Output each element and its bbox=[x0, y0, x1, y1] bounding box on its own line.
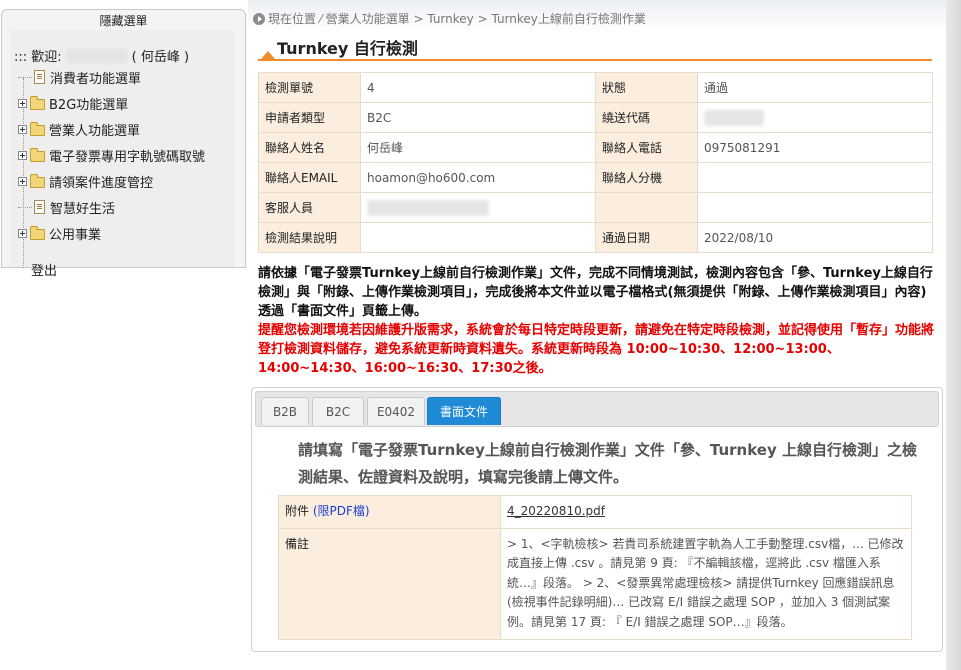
sidebar-item-b2g[interactable]: B2G功能選單 bbox=[18, 92, 128, 114]
expand-plus-icon[interactable] bbox=[18, 124, 27, 134]
sidebar-item-utilities[interactable]: 公用事業 bbox=[18, 222, 101, 244]
tab-documents[interactable]: 書面文件 bbox=[427, 397, 501, 425]
folder-icon bbox=[30, 225, 45, 240]
label-contact-phone: 聯絡人電話 bbox=[595, 132, 698, 163]
expand-plus-icon[interactable] bbox=[18, 150, 27, 160]
value-applicant-type: B2C bbox=[360, 102, 596, 133]
document-icon bbox=[34, 70, 45, 84]
folder-icon bbox=[30, 173, 45, 188]
tab-bar: B2B B2C E0402 書面文件 bbox=[255, 391, 939, 427]
expand-plus-icon[interactable] bbox=[18, 98, 27, 108]
label-pass-date: 通過日期 bbox=[595, 222, 698, 253]
table-row: 客服人員 bbox=[258, 192, 933, 223]
folder-icon bbox=[30, 121, 45, 136]
attachment-file-link[interactable]: 4_20220810.pdf bbox=[507, 504, 605, 518]
redacted-account bbox=[65, 49, 128, 63]
value-empty bbox=[697, 192, 933, 223]
expand-plus-icon[interactable] bbox=[18, 176, 27, 186]
table-row: 備註 > 1、<字軌檢核> 若貴司系統建置字軌為人工手動整理.csv檔，... … bbox=[278, 527, 912, 640]
sidebar-item-label: 請領案件進度管控 bbox=[49, 175, 154, 191]
sidebar-menu: 隱藏選單 ::: 歡迎: ( 何岳峰 ) 消費者功能選單 B2G功能選單 營業人功… bbox=[1, 9, 246, 279]
table-row: 檢測結果說明 通過日期 2022/08/10 bbox=[258, 222, 933, 253]
page-title: Turnkey 自行檢測 bbox=[277, 39, 418, 58]
value-result-desc bbox=[360, 222, 596, 253]
attachment-value-cell: 4_20220810.pdf bbox=[500, 495, 912, 529]
folder-icon bbox=[30, 95, 45, 110]
maintenance-warning: 提醒您檢測環境若因維護升版需求，系統會於每日特定時段更新，請避免在特定時段檢測，… bbox=[258, 323, 935, 376]
label-applicant-type: 申請者類型 bbox=[258, 102, 361, 133]
sidebar-item-business[interactable]: 營業人功能選單 bbox=[18, 118, 140, 140]
sidebar-item-case-progress[interactable]: 請領案件進度管控 bbox=[18, 170, 153, 192]
welcome-user: ( 何岳峰 ) bbox=[131, 50, 190, 65]
attachment-label: 附件 bbox=[285, 504, 310, 518]
test-info-table: 檢測單號 4 狀態 通過 申請者類型 B2C 繞送代碼 聯絡人姓名 何岳峰 聯絡… bbox=[258, 72, 933, 253]
sidebar-item-smart-life[interactable]: 智慧好生活 bbox=[18, 196, 115, 218]
table-row: 附件 (限PDF檔) 4_20220810.pdf bbox=[278, 495, 912, 529]
value-test-number: 4 bbox=[360, 72, 596, 103]
pdf-only-hint: (限PDF檔) bbox=[312, 504, 370, 518]
sidebar-item-label: 電子發票專用字軌號碼取號 bbox=[49, 149, 206, 165]
tab-e0402[interactable]: E0402 bbox=[367, 397, 425, 425]
tab-b2b[interactable]: B2B bbox=[261, 397, 309, 425]
value-service-staff bbox=[360, 192, 596, 223]
title-divider bbox=[258, 59, 932, 61]
sidebar-item-consumer[interactable]: 消費者功能選單 bbox=[18, 66, 141, 88]
redacted-routing-code bbox=[704, 109, 764, 126]
arrow-right-circle-icon bbox=[253, 12, 265, 25]
breadcrumb: 現在位置 ⁄ 營業人功能選單 > Turnkey > Turnkey上線前自行檢… bbox=[253, 10, 646, 27]
sidebar-item-label: 營業人功能選單 bbox=[49, 123, 141, 139]
value-contact-phone: 0975081291 bbox=[697, 132, 933, 163]
tab-b2c[interactable]: B2C bbox=[312, 397, 364, 425]
table-row: 申請者類型 B2C 繞送代碼 bbox=[258, 102, 933, 133]
sidebar-item-label: 公用事業 bbox=[49, 227, 102, 243]
value-contact-name: 何岳峰 bbox=[360, 132, 596, 163]
label-contact-ext: 聯絡人分機 bbox=[595, 162, 698, 193]
title-caret-icon bbox=[261, 51, 275, 59]
value-pass-date: 2022/08/10 bbox=[697, 222, 933, 253]
label-service-staff: 客服人員 bbox=[258, 192, 361, 223]
right-scroll-gutter bbox=[946, 0, 961, 670]
logout-link[interactable]: 登出 bbox=[31, 260, 57, 279]
upload-instruction: 請填寫「電子發票Turnkey上線前自行檢測作業」文件「參、Turnkey 上線… bbox=[298, 441, 917, 486]
table-row: 聯絡人姓名 何岳峰 聯絡人電話 0975081291 bbox=[258, 132, 933, 163]
note-text: > 1、<字軌檢核> 若貴司系統建置字軌為人工手動整理.csv檔，... 已修改… bbox=[500, 527, 912, 640]
label-status: 狀態 bbox=[595, 72, 698, 103]
label-contact-email: 聯絡人EMAIL bbox=[258, 162, 361, 193]
label-routing-code: 繞送代碼 bbox=[595, 102, 698, 133]
sidebar-item-label: B2G功能選單 bbox=[49, 97, 129, 113]
note-label: 備註 bbox=[278, 527, 501, 640]
label-contact-name: 聯絡人姓名 bbox=[258, 132, 361, 163]
value-contact-ext bbox=[697, 162, 933, 193]
sidebar-item-track-number[interactable]: 電子發票專用字軌號碼取號 bbox=[18, 144, 205, 166]
label-test-number: 檢測單號 bbox=[258, 72, 361, 103]
sidebar-item-label: 智慧好生活 bbox=[50, 201, 116, 217]
value-status: 通過 bbox=[697, 72, 933, 103]
sidebar-item-label: 消費者功能選單 bbox=[50, 71, 142, 87]
label-result-desc: 檢測結果說明 bbox=[258, 222, 361, 253]
table-row: 聯絡人EMAIL hoamon@ho600.com 聯絡人分機 bbox=[258, 162, 933, 193]
value-routing-code bbox=[697, 102, 933, 133]
welcome-line: ::: 歡迎: ( 何岳峰 ) bbox=[14, 46, 189, 65]
instruction-notice: 請依據「電子發票Turnkey上線前自行檢測作業」文件，完成不同情境測試，檢測內… bbox=[258, 266, 933, 319]
hide-menu-toggle[interactable]: 隱藏選單 bbox=[2, 10, 245, 30]
value-contact-email: hoamon@ho600.com bbox=[360, 162, 596, 193]
label-empty bbox=[595, 192, 698, 223]
breadcrumb-text: 現在位置 ⁄ 營業人功能選單 > Turnkey > Turnkey上線前自行檢… bbox=[268, 12, 646, 26]
document-icon bbox=[34, 200, 45, 214]
expand-plus-icon[interactable] bbox=[18, 228, 27, 238]
table-row: 檢測單號 4 狀態 通過 bbox=[258, 72, 933, 103]
welcome-prefix: ::: 歡迎: bbox=[14, 50, 62, 65]
attachment-table: 附件 (限PDF檔) 4_20220810.pdf 備註 > 1、<字軌檢核> … bbox=[278, 495, 912, 640]
folder-icon bbox=[30, 147, 45, 162]
attachment-label-cell: 附件 (限PDF檔) bbox=[278, 495, 501, 529]
redacted-service-staff bbox=[367, 199, 489, 216]
